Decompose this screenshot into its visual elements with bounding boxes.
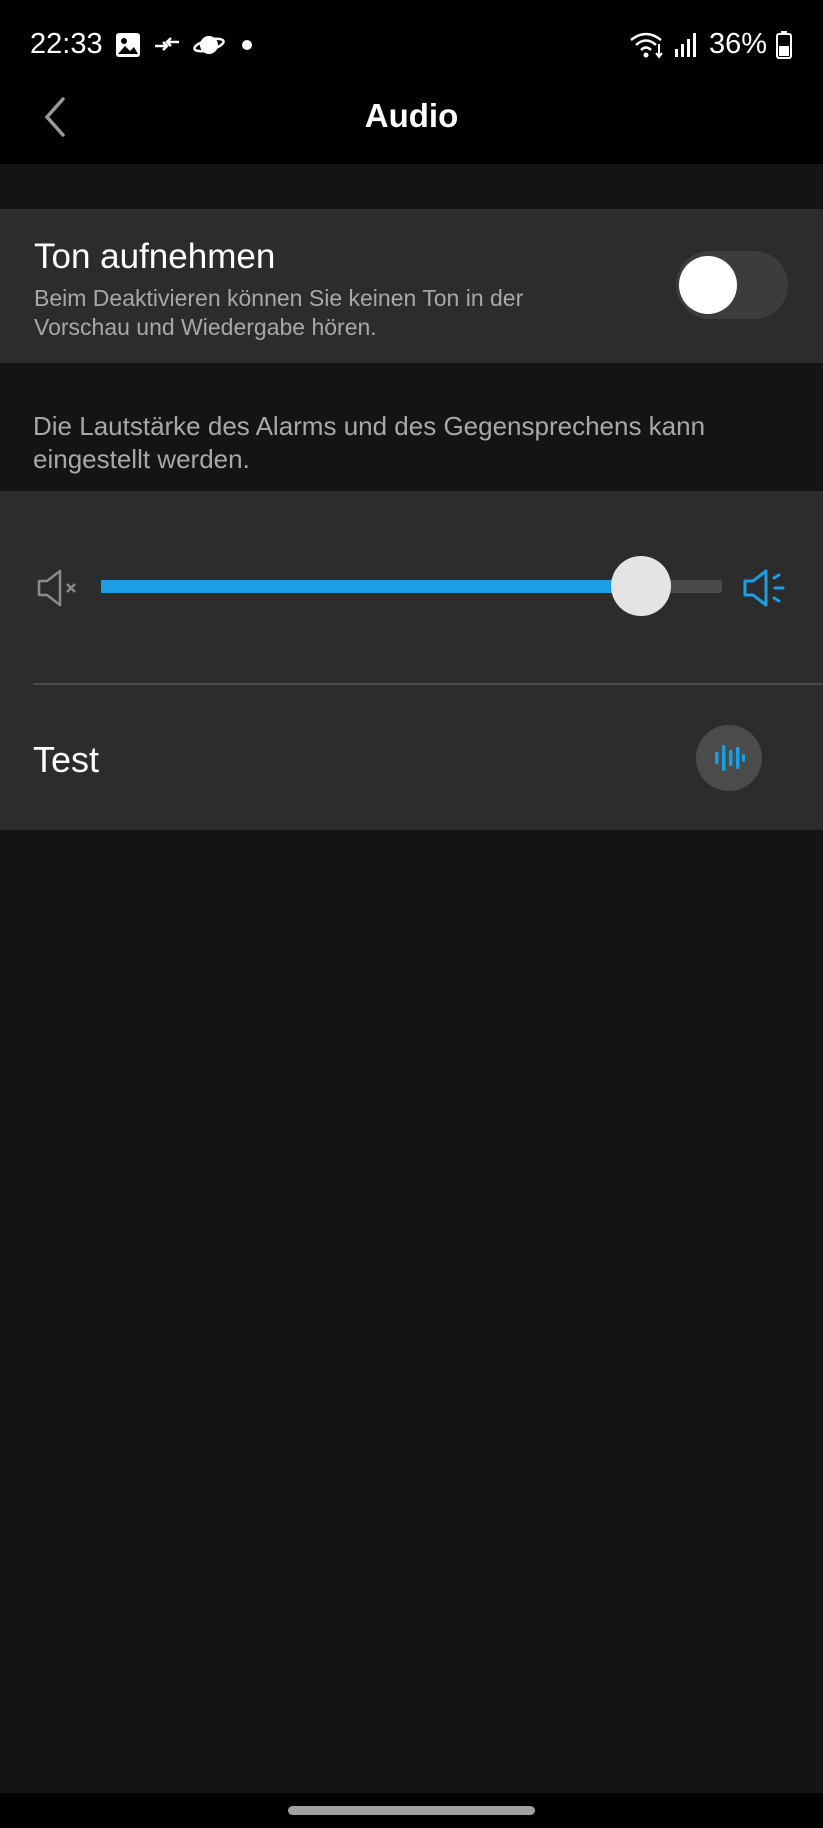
home-handle[interactable] — [288, 1806, 535, 1815]
page-title: Audio — [364, 97, 459, 134]
volume-info-text: Die Lautstärke des Alarms und des Gegens… — [33, 411, 706, 474]
app-bar: Audio — [0, 92, 823, 164]
record-audio-description: Beim Deaktivieren können Sie keinen Ton … — [34, 285, 524, 340]
record-audio-toggle[interactable] — [676, 251, 788, 319]
sound-wave-icon — [715, 745, 745, 771]
speaker-mute-icon[interactable] — [36, 565, 82, 611]
status-icons-right: 36% — [629, 28, 793, 61]
volume-slider-thumb[interactable] — [611, 556, 672, 616]
battery-percent: 36% — [708, 28, 767, 60]
test-label: Test — [33, 739, 100, 780]
status-time: 22:33 — [30, 28, 103, 60]
signal-icon — [674, 32, 696, 57]
test-button[interactable] — [696, 725, 762, 791]
toggle-knob — [679, 256, 737, 314]
volume-section: Test — [0, 491, 823, 830]
dot-icon — [242, 40, 252, 50]
planet-icon — [193, 36, 225, 54]
volume-slider[interactable] — [101, 556, 722, 616]
battery-icon — [776, 30, 792, 59]
gallery-icon — [116, 33, 140, 57]
transfer-icon — [155, 37, 179, 51]
speaker-loud-icon[interactable] — [742, 565, 788, 611]
record-audio-row: Ton aufnehmen Beim Deaktivieren können S… — [0, 209, 823, 363]
status-icons-left — [115, 32, 257, 58]
divider — [33, 683, 823, 685]
wifi-icon — [630, 32, 663, 59]
record-audio-title: Ton aufnehmen — [34, 237, 276, 276]
volume-slider-fill — [101, 580, 642, 593]
status-bar: 22:33 36% — [0, 0, 823, 92]
